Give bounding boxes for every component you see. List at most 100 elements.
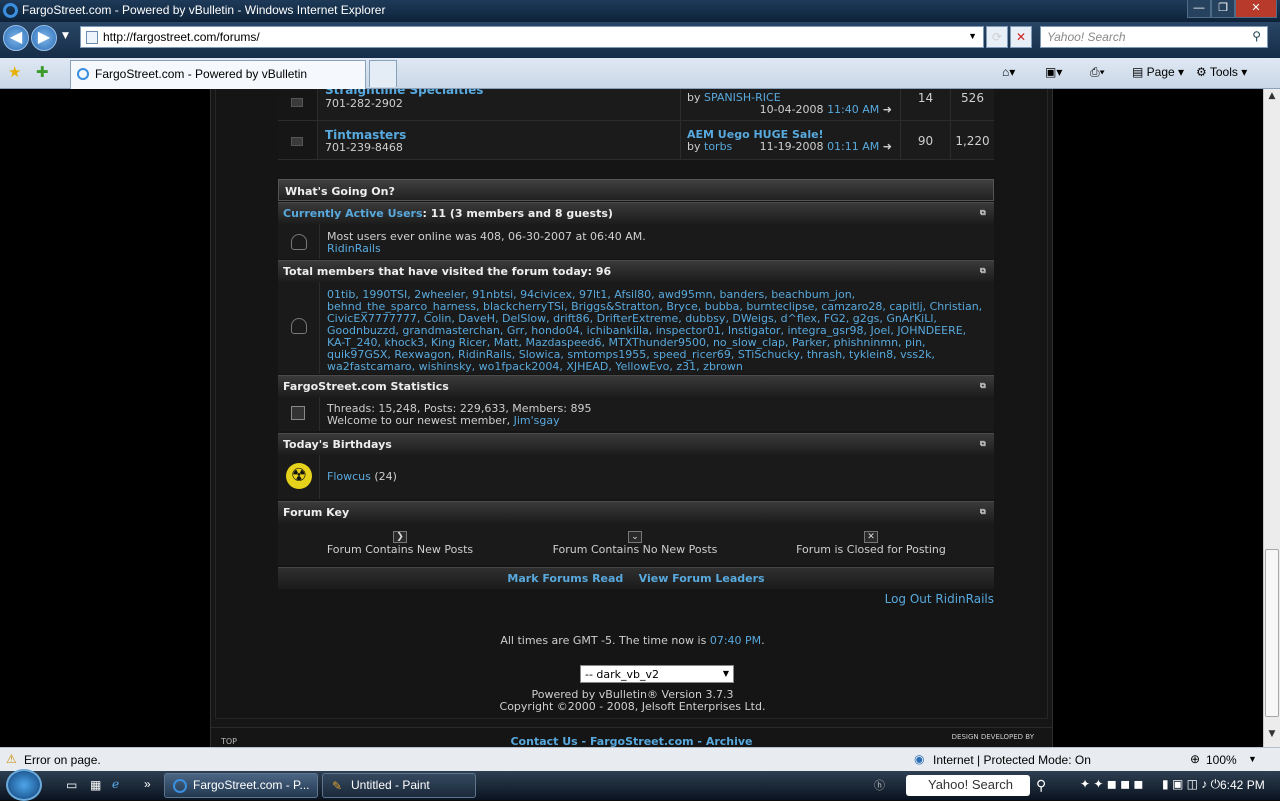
feeds-icon[interactable]: ▣▾ <box>1045 65 1062 79</box>
design-credit: DESIGN DEVELOPED BY <box>951 733 1034 741</box>
go-last-post-icon[interactable]: ➜ <box>883 103 892 116</box>
collapse-icon[interactable]: ⧉ <box>980 208 990 218</box>
security-zone[interactable]: Internet | Protected Mode: On <box>933 753 1091 767</box>
stop-icon[interactable]: ✕ <box>1010 26 1032 48</box>
start-button[interactable] <box>6 769 42 801</box>
zoom-dropdown-icon[interactable]: ▼ <box>1248 754 1257 764</box>
forum-key-body: ❯ Forum Contains New Posts ⌄ Forum Conta… <box>278 523 994 565</box>
collapse-icon[interactable]: ⧉ <box>980 507 990 517</box>
search-icon[interactable]: ⚲ <box>1036 777 1046 794</box>
network-volume-icons[interactable]: ▮ ▣ ◫ ♪ ⏻ <box>1162 777 1220 792</box>
close-button[interactable]: ✕ <box>1235 0 1277 18</box>
thread-count: 14 <box>900 89 950 120</box>
birthdays-title: Today's Birthdays <box>283 438 392 451</box>
copyright-text: Copyright ©2000 - 2008, Jelsoft Enterpri… <box>499 700 766 713</box>
go-last-post-icon[interactable]: ➜ <box>883 140 892 153</box>
collapse-icon[interactable]: ⧉ <box>980 381 990 391</box>
forum-status-cell <box>278 121 318 159</box>
search-icon[interactable]: ⚲ <box>1252 29 1261 43</box>
clock[interactable]: 6:42 PM <box>1220 778 1265 792</box>
zoom-level[interactable]: 100% <box>1206 753 1237 767</box>
tray-icons[interactable]: ✦ ✦ ◼ ◼ ◼ <box>1080 777 1143 791</box>
key-no-new-posts: Forum Contains No New Posts <box>552 543 718 556</box>
birthday-age: (24) <box>370 470 397 483</box>
collapse-icon[interactable]: ⧉ <box>980 439 990 449</box>
newest-member-link[interactable]: Jim'sgay <box>514 414 560 427</box>
no-new-posts-icon <box>291 137 303 146</box>
visited-today-title: Total members that have visited the foru… <box>283 265 612 278</box>
style-select[interactable]: -- dark_vb_v2 ▼ <box>580 665 734 683</box>
favorites-star-icon[interactable]: ★ <box>8 63 21 81</box>
show-desktop-icon[interactable]: ▭ <box>66 778 77 792</box>
taskbar-search-input[interactable]: Yahoo! Search <box>906 775 1030 796</box>
print-icon[interactable]: ⎙▾ <box>1090 65 1105 80</box>
last-post-date: 11-19-2008 <box>759 140 824 153</box>
address-dropdown-icon[interactable]: ▼ <box>968 31 977 41</box>
last-post-user[interactable]: torbs <box>704 140 732 153</box>
scroll-up-icon[interactable]: ▲ <box>1266 91 1278 105</box>
search-placeholder: Yahoo! Search <box>1047 30 1126 44</box>
switch-windows-icon[interactable]: ▦ <box>90 778 101 792</box>
active-users-link[interactable]: Currently Active Users <box>283 207 423 220</box>
last-post-cell: AEM Uego HUGE Sale! by torbs 11-19-2008 … <box>680 121 900 159</box>
vertical-scrollbar[interactable]: ▲ ▼ <box>1263 89 1280 747</box>
mark-forums-read-link[interactable]: Mark Forums Read <box>507 572 623 585</box>
by-label: by <box>687 140 701 153</box>
visited-today-body: 01tib, 1990TSI, 2wheeler, 91nbtsi, 94civ… <box>278 282 994 374</box>
window-titlebar: FargoStreet.com - Powered by vBulletin -… <box>0 0 1280 22</box>
browser-viewport: Straightline Specialties 701-282-2902 by… <box>0 89 1263 747</box>
home-icon[interactable]: ⌂▾ <box>1002 65 1015 79</box>
status-error-text[interactable]: Error on page. <box>24 753 101 767</box>
timezone-suffix: . <box>761 634 765 647</box>
page-menu[interactable]: ▤ Page ▾ <box>1132 65 1184 79</box>
tab-fargostreet[interactable]: FargoStreet.com - Powered by vBulletin <box>70 60 366 89</box>
tools-menu-label: Tools <box>1209 65 1238 79</box>
refresh-icon[interactable]: ⟳ <box>986 26 1008 48</box>
new-posts-icon: ❯ <box>393 531 407 543</box>
collapse-icon[interactable]: ⧉ <box>980 266 990 276</box>
taskbar-search-label: Yahoo! Search <box>928 777 1014 792</box>
active-users-count: : 11 (3 members and 8 guests) <box>422 207 613 220</box>
globe-icon: ◉ <box>914 752 925 766</box>
last-post-cell: by SPANISH-RICE 10-04-2008 11:40 AM ➜ <box>680 89 900 120</box>
recent-pages-chevron-icon[interactable]: ▼ <box>62 31 69 41</box>
contact-archive-links[interactable]: Contact Us - FargoStreet.com - Archive <box>211 735 1052 747</box>
yahoo-search-input[interactable]: Yahoo! Search ⚲ <box>1040 26 1268 48</box>
tools-menu[interactable]: ⚙ Tools ▾ <box>1196 65 1247 79</box>
warning-icon[interactable]: ⚠ <box>6 752 17 766</box>
maximize-button[interactable]: ❐ <box>1211 0 1235 18</box>
view-forum-leaders-link[interactable]: View Forum Leaders <box>639 572 765 585</box>
statistics-title: FargoStreet.com Statistics <box>283 380 449 393</box>
logout-link[interactable]: Log Out RidinRails <box>885 592 994 606</box>
windows-taskbar: ▭ ▦ ℯ » FargoStreet.com - P... ✎ Untitle… <box>0 769 1280 801</box>
address-toolbar: ◀ ▶ ▼ http://fargostreet.com/forums/ ▼ ⟳… <box>0 22 1280 58</box>
forum-name[interactable]: Tintmasters <box>325 128 406 142</box>
forum-row: Straightline Specialties 701-282-2902 by… <box>278 89 994 121</box>
taskbar-paint-window[interactable]: ✎ Untitled - Paint <box>322 773 476 798</box>
birthday-user-link[interactable]: Flowcus <box>327 470 371 483</box>
scroll-thumb[interactable] <box>1265 549 1279 717</box>
zoom-icon[interactable]: ⊕ <box>1190 752 1200 766</box>
back-button[interactable]: ◀ <box>3 25 29 51</box>
stats-icon <box>291 406 305 420</box>
add-favorites-icon[interactable]: ✚ <box>36 63 49 81</box>
taskbar-ie-window[interactable]: FargoStreet.com - P... <box>164 773 318 798</box>
address-input[interactable]: http://fargostreet.com/forums/ ▼ <box>80 26 984 48</box>
new-tab-button[interactable] <box>369 60 397 87</box>
forum-page: Straightline Specialties 701-282-2902 by… <box>210 89 1053 747</box>
scroll-down-icon[interactable]: ▼ <box>1266 729 1278 743</box>
timezone-text: All times are GMT -5. The time now is 07… <box>216 634 1049 647</box>
active-user-link[interactable]: RidinRails <box>327 242 381 255</box>
forward-button[interactable]: ▶ <box>31 25 57 51</box>
ie-quicklaunch-icon[interactable]: ℯ <box>112 777 119 791</box>
visited-members-list[interactable]: 01tib, 1990TSI, 2wheeler, 91nbtsi, 94civ… <box>327 289 987 373</box>
forum-status-cell <box>278 89 318 120</box>
forum-name[interactable]: Straightline Specialties <box>325 89 483 97</box>
timezone-prefix: All times are GMT -5. The time now is <box>500 634 710 647</box>
tab-label: FargoStreet.com - Powered by vBulletin <box>95 67 308 81</box>
tab-bar: ★ ✚ FargoStreet.com - Powered by vBullet… <box>0 58 1280 89</box>
more-quicklaunch-icon[interactable]: » <box>144 777 151 791</box>
current-time: 07:40 PM <box>709 634 762 647</box>
birthdays-body: ☢ Flowcus (24) <box>278 455 994 499</box>
minimize-button[interactable]: — <box>1187 0 1211 18</box>
